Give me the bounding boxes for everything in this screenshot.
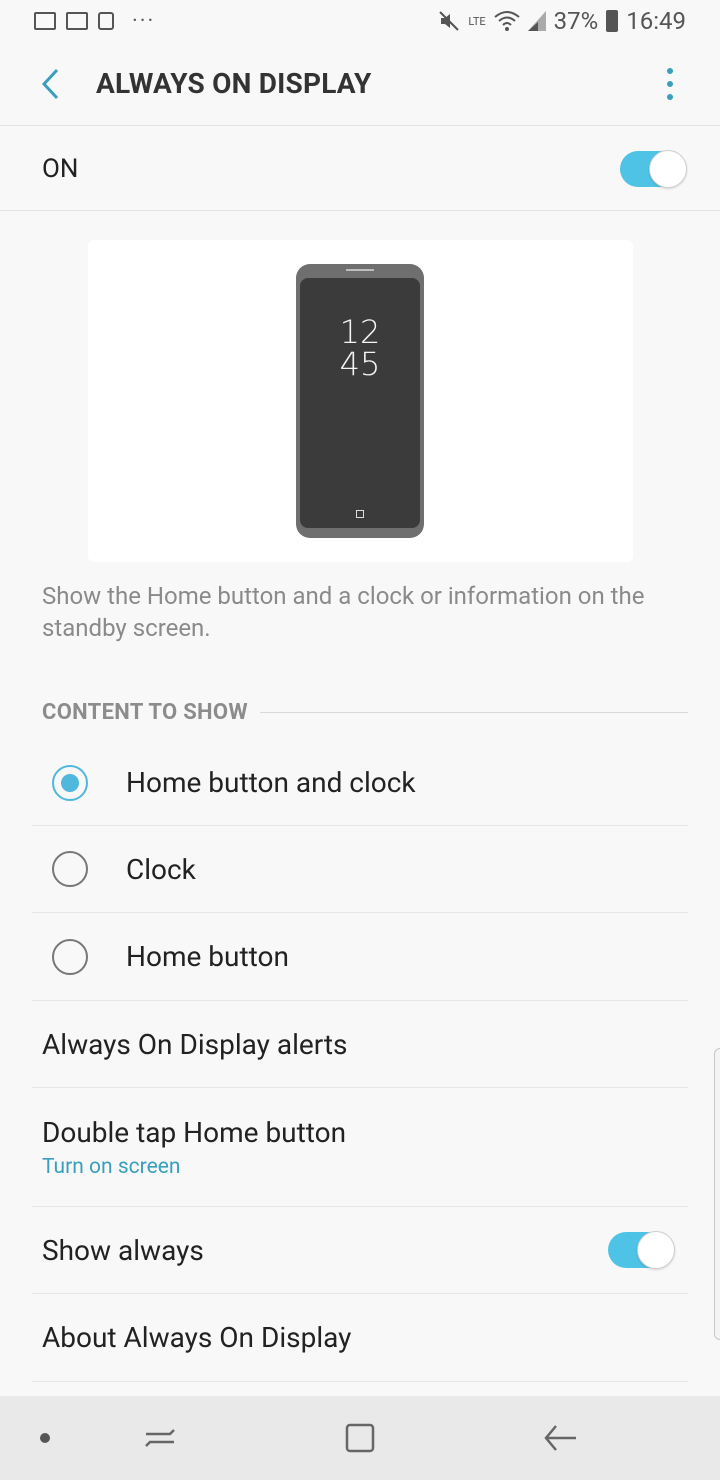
gmail-icon (66, 12, 88, 30)
back-nav-icon[interactable] (540, 1418, 580, 1458)
status-left: ··· (34, 9, 155, 34)
more-notifications-icon: ··· (132, 8, 156, 34)
option-label: Home button (126, 940, 289, 973)
option-label: Clock (126, 852, 196, 886)
double-tap-row[interactable]: Double tap Home button Turn on screen (32, 1088, 688, 1207)
master-switch-row[interactable]: ON (0, 127, 720, 211)
app-bar: ALWAYS ON DISPLAY (0, 42, 720, 126)
back-button[interactable] (20, 54, 80, 114)
show-always-toggle[interactable] (608, 1231, 675, 1269)
radio-button[interactable] (52, 938, 88, 975)
signal-icon (527, 11, 546, 31)
section-title: CONTENT TO SHOW (42, 700, 248, 725)
battery-icon (606, 10, 619, 32)
status-right: LTE 37% 16:49 (438, 7, 686, 35)
radio-button-selected[interactable] (52, 764, 88, 801)
clock-time: 16:49 (626, 7, 686, 35)
double-tap-label: Double tap Home button (42, 1115, 347, 1149)
preview-clock: 12 45 (300, 316, 420, 380)
scrollbar[interactable] (714, 1048, 720, 1340)
double-tap-text: Double tap Home button Turn on screen (42, 1116, 346, 1179)
alerts-row[interactable]: Always On Display alerts (32, 1001, 688, 1088)
phone-speaker (346, 269, 374, 271)
master-switch-label: ON (42, 153, 79, 184)
description-text: Show the Home button and a clock or info… (42, 582, 645, 642)
more-options-button[interactable] (658, 64, 682, 104)
preview-home-button-icon (356, 510, 364, 518)
about-row[interactable]: About Always On Display (32, 1294, 688, 1382)
navigation-bar (0, 1396, 720, 1480)
page-title: ALWAYS ON DISPLAY (96, 67, 372, 100)
alerts-label: Always On Display alerts (42, 1027, 348, 1061)
recents-icon[interactable] (140, 1418, 180, 1458)
wifi-icon (494, 11, 520, 31)
shopping-bag-icon (98, 12, 114, 30)
option-home-button[interactable]: Home button (32, 913, 688, 1001)
phone-illustration: 12 45 (296, 264, 424, 538)
preview-clock-hour: 12 (339, 313, 381, 351)
option-label: Home button and clock (126, 766, 416, 799)
master-toggle[interactable] (620, 149, 687, 188)
about-label: About Always On Display (42, 1321, 352, 1354)
radio-button[interactable] (52, 851, 88, 887)
hide-nav-dot-icon[interactable] (40, 1433, 50, 1443)
toggle-knob (637, 1231, 675, 1269)
gallery-icon (34, 12, 56, 30)
phone-screen: 12 45 (300, 278, 420, 528)
preview-card: 12 45 (88, 240, 633, 562)
option-home-button-and-clock[interactable]: Home button and clock (32, 740, 688, 826)
section-divider (259, 712, 688, 713)
toggle-knob (649, 149, 687, 188)
home-icon[interactable] (340, 1418, 380, 1458)
volte-label: LTE (468, 14, 486, 28)
double-tap-value: Turn on screen (42, 1154, 181, 1179)
back-arrow-icon (41, 68, 59, 99)
section-header: CONTENT TO SHOW (42, 700, 688, 725)
option-clock[interactable]: Clock (32, 826, 688, 913)
more-vert-icon (667, 67, 673, 100)
show-always-row[interactable]: Show always (32, 1207, 688, 1294)
battery-percent: 37% (553, 7, 599, 35)
status-bar: ··· LTE 37% 16:49 (0, 0, 720, 42)
preview-clock-minute: 45 (339, 345, 381, 383)
mute-icon (439, 11, 460, 31)
show-always-label: Show always (42, 1233, 204, 1267)
